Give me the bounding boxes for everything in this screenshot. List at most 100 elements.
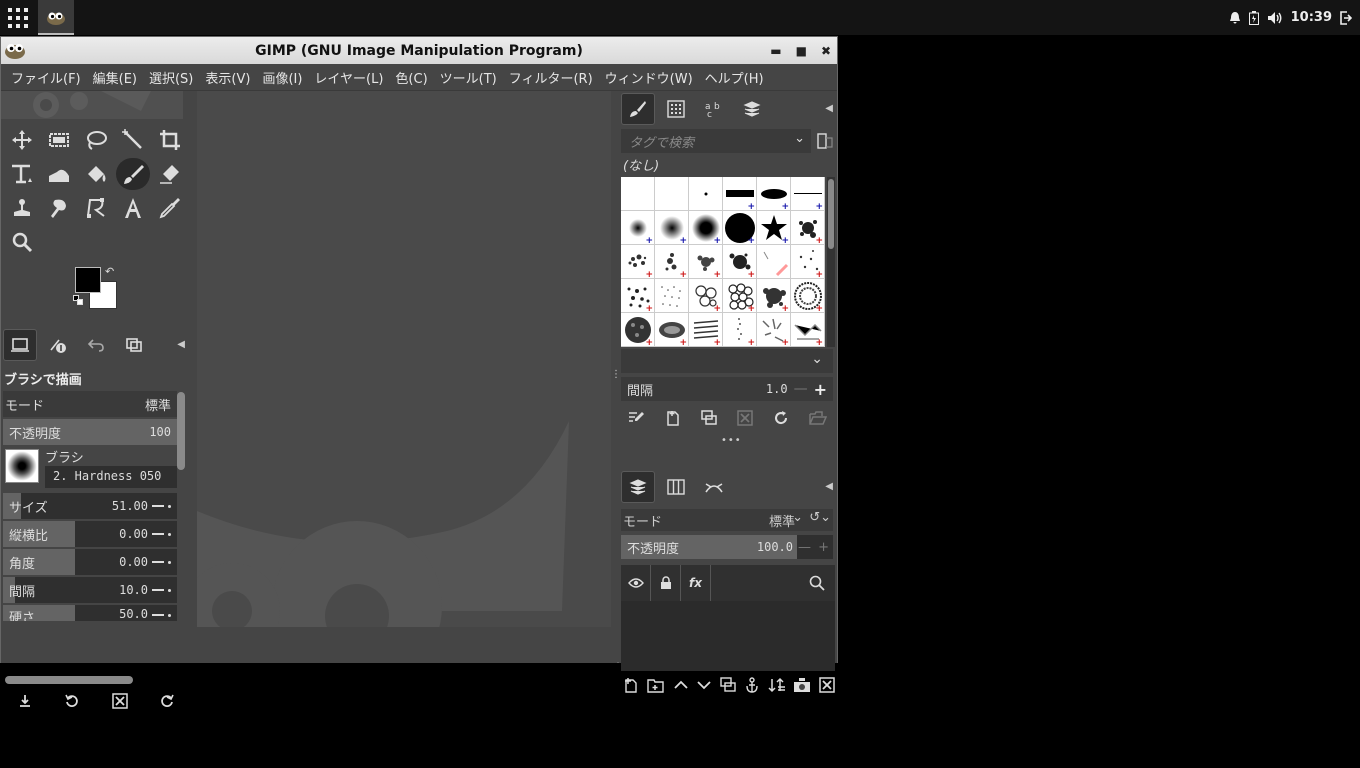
lock-icon[interactable] — [651, 565, 681, 601]
delete-layer-icon[interactable] — [819, 677, 835, 693]
images-tab[interactable] — [117, 329, 151, 361]
clock[interactable]: 10:39 — [1291, 10, 1332, 25]
brush-cell[interactable]: + — [791, 313, 825, 347]
save-options-icon[interactable] — [17, 693, 33, 709]
tool-options-hscrollbar[interactable] — [5, 676, 133, 684]
menu-filters[interactable]: フィルター(R) — [503, 68, 599, 87]
menu-layer[interactable]: レイヤー(L) — [308, 68, 389, 87]
brush-cell[interactable]: + — [655, 245, 689, 280]
fg-bg-colors[interactable]: ↶ — [73, 265, 123, 309]
menu-help[interactable]: ヘルプ(H) — [699, 68, 770, 87]
raise-layer-icon[interactable] — [673, 677, 689, 693]
chevron-down-icon[interactable]: ⌄ — [792, 510, 803, 525]
fonts-tab[interactable]: abc — [697, 93, 731, 125]
duplicate-layer-icon[interactable] — [720, 677, 736, 693]
angle-slider[interactable]: 角度 0.00 — [3, 549, 177, 575]
brush-cell[interactable]: + — [791, 245, 825, 280]
chevron-down-icon[interactable]: ⌄ — [811, 351, 823, 367]
decrease-icon[interactable]: — — [798, 540, 811, 555]
size-slider[interactable]: サイズ 51.00 — [3, 493, 177, 519]
minimize-button[interactable]: ▬ — [770, 44, 781, 58]
battery-icon[interactable] — [1248, 10, 1259, 25]
brush-cell[interactable]: + — [689, 279, 723, 314]
layer-opacity-slider[interactable]: 不透明度 100.0 — + — [621, 535, 833, 559]
increase-icon[interactable]: + — [814, 380, 827, 399]
brushes-dock-menu-icon[interactable]: ◀ — [825, 103, 833, 114]
layers-dock-menu-icon[interactable]: ◀ — [825, 481, 833, 492]
opacity-slider[interactable]: 不透明度 100 — [3, 419, 177, 445]
brush-cell[interactable]: + — [791, 279, 825, 314]
new-brush-icon[interactable] — [665, 410, 681, 426]
brush-cell[interactable]: + — [723, 177, 757, 212]
fuzzy-select-tool-icon[interactable] — [114, 123, 151, 157]
menu-select[interactable]: 選択(S) — [143, 68, 199, 87]
paintbrush-tool-icon[interactable] — [114, 157, 151, 191]
brush-grid-scrollbar[interactable] — [827, 177, 835, 347]
edit-brush-icon[interactable] — [627, 410, 645, 426]
zoom-tool-icon[interactable] — [3, 225, 40, 259]
hardness-slider[interactable]: 硬さ 50.0 — [3, 605, 177, 621]
brush-cell[interactable]: + — [655, 313, 689, 347]
text-tool-icon[interactable] — [114, 191, 151, 225]
brush-cell[interactable]: + — [791, 211, 825, 246]
delete-options-icon[interactable] — [112, 693, 128, 709]
brush-cell[interactable]: + — [621, 245, 655, 280]
duplicate-brush-icon[interactable] — [701, 410, 717, 426]
move-tool-icon[interactable] — [3, 123, 40, 157]
merge-layer-icon[interactable] — [767, 677, 786, 693]
brush-cell[interactable]: + — [621, 313, 655, 347]
foreground-color[interactable] — [75, 267, 101, 293]
tag-search-input[interactable]: タグで検索 ⌄ — [621, 129, 811, 153]
title-bar[interactable]: GIMP (GNU Image Manipulation Program) ▬ … — [1, 37, 837, 64]
layer-mask-icon[interactable] — [793, 677, 811, 693]
decrease-icon[interactable]: — — [794, 381, 808, 397]
tool-options-tab[interactable] — [3, 329, 37, 361]
menu-windows[interactable]: ウィンドウ(W) — [599, 68, 699, 87]
device-status-tab[interactable] — [41, 329, 75, 361]
reset-colors-icon[interactable] — [73, 295, 83, 305]
bell-icon[interactable] — [1229, 11, 1241, 25]
delete-brush-icon[interactable] — [737, 410, 753, 426]
dock-menu-icon[interactable]: ◀ — [177, 339, 185, 350]
anchor-icon[interactable] — [744, 677, 760, 693]
layers-tab[interactable] — [621, 471, 655, 503]
brush-cell[interactable]: + — [621, 211, 655, 246]
app-grid-icon[interactable] — [6, 6, 30, 30]
menu-file[interactable]: ファイル(F) — [5, 68, 87, 87]
undo-history-tab[interactable] — [79, 329, 113, 361]
brush-cell[interactable]: + — [757, 211, 791, 246]
eraser-tool-icon[interactable] — [151, 157, 188, 191]
chevron-down-icon[interactable]: ⌄ — [794, 131, 805, 146]
smudge-tool-icon[interactable] — [40, 191, 77, 225]
volume-icon[interactable] — [1267, 11, 1283, 25]
brush-preview[interactable] — [5, 449, 39, 483]
document-history-tab[interactable] — [735, 93, 769, 125]
brush-cell[interactable]: + — [723, 211, 757, 246]
brush-spacing-spinner[interactable]: 間隔 1.0 — + — [621, 377, 833, 401]
rect-select-tool-icon[interactable] — [40, 123, 77, 157]
brush-selector[interactable]: ブラシ 2. Hardness 050 — [3, 447, 177, 491]
new-layer-icon[interactable] — [623, 677, 639, 693]
menu-colors[interactable]: 色(C) — [389, 68, 433, 87]
brush-cell[interactable]: + — [723, 313, 757, 347]
aspect-ratio-slider[interactable]: 縦横比 0.00 — [3, 521, 177, 547]
transform-tool-icon[interactable] — [3, 157, 40, 191]
lasso-tool-icon[interactable] — [77, 123, 114, 157]
color-picker-tool-icon[interactable] — [151, 191, 188, 225]
layer-mode-reset-icon[interactable]: ↺⌄ — [809, 510, 831, 525]
brush-view-options[interactable]: ⌄ — [621, 349, 833, 373]
menu-edit[interactable]: 編集(E) — [87, 68, 143, 87]
channels-tab[interactable] — [659, 471, 693, 503]
refresh-brushes-icon[interactable] — [773, 410, 789, 426]
warp-tool-icon[interactable] — [40, 157, 77, 191]
tool-options-scrollbar[interactable] — [177, 392, 185, 470]
clone-tool-icon[interactable] — [3, 191, 40, 225]
menu-tools[interactable]: ツール(T) — [434, 68, 503, 87]
dock-separator-grip[interactable]: ••• — [721, 435, 742, 446]
search-icon[interactable] — [799, 575, 835, 591]
brush-cell[interactable]: + — [791, 177, 825, 212]
paths-tool-icon[interactable] — [77, 191, 114, 225]
menu-image[interactable]: 画像(I) — [256, 68, 308, 87]
brushes-tab[interactable] — [621, 93, 655, 125]
brush-cell[interactable]: + — [689, 211, 723, 246]
